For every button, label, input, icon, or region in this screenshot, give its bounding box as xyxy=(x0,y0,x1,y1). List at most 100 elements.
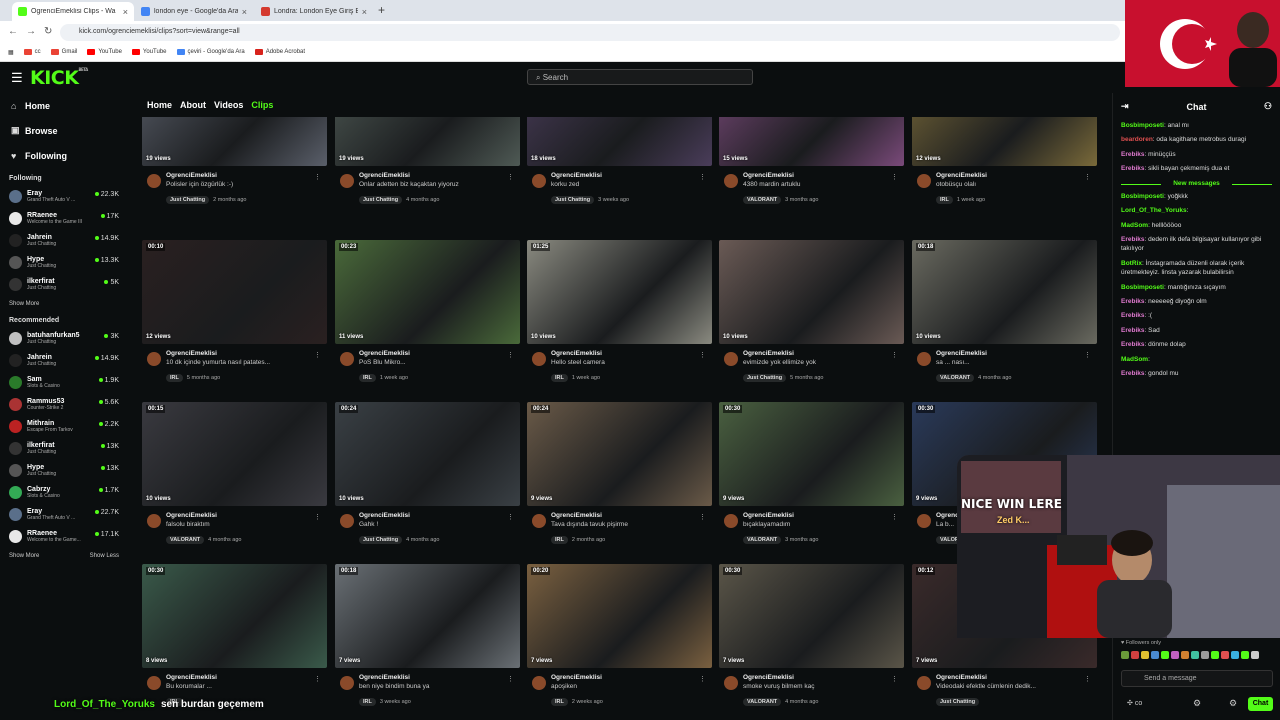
emote-icon[interactable] xyxy=(1191,651,1199,659)
chat-username[interactable]: Bosbimposeti xyxy=(1121,284,1164,291)
emote-icon[interactable] xyxy=(1121,651,1129,659)
emote-icon[interactable] xyxy=(1151,651,1159,659)
kick-logo[interactable]: KICKBETA xyxy=(30,67,88,89)
emote-icon[interactable] xyxy=(1161,651,1169,659)
chat-username[interactable]: BotRix xyxy=(1121,260,1142,267)
emote-icon[interactable] xyxy=(1201,651,1209,659)
sidebar-channel[interactable]: Eray Grand Theft Auto V ... 22.7K xyxy=(0,504,130,526)
clip-title[interactable]: Videodaki efektle cümlenin dedik... xyxy=(936,683,1097,690)
sidebar-channel[interactable]: Sam Slots & Casino 1.9K xyxy=(0,372,130,394)
sidebar-channel[interactable]: ilkerfirat Just Chatting 13K xyxy=(0,438,130,460)
clip-thumbnail[interactable]: 00:30 8 views xyxy=(142,564,327,668)
clip-more-icon[interactable]: ⋮ xyxy=(699,351,706,359)
clip-channel[interactable]: OgrenciEmeklisi xyxy=(359,512,520,519)
bookmark-item[interactable]: YouTube xyxy=(131,49,167,55)
clip-category-tag[interactable]: VALORANT xyxy=(743,536,782,544)
apps-icon[interactable]: ▦ xyxy=(8,49,14,56)
clip-thumbnail[interactable]: 00:24 10 views xyxy=(335,402,520,506)
clip-more-icon[interactable]: ⋮ xyxy=(314,675,321,683)
clip-thumbnail[interactable]: 18 views xyxy=(527,117,712,166)
clip-channel[interactable]: OgrenciEmeklisi xyxy=(551,674,712,681)
clip-card[interactable]: 19 views OgrenciEmeklisi Polisler için özg… xyxy=(142,117,327,222)
clip-category-tag[interactable]: IRL xyxy=(936,196,953,204)
clip-category-tag[interactable]: Just Chatting xyxy=(359,536,403,544)
sidebar-channel[interactable]: ilkerfirat Just Chatting 5K xyxy=(0,274,130,296)
chat-username[interactable]: Erebiks xyxy=(1121,370,1145,377)
clip-title[interactable]: apoşiken xyxy=(551,683,712,690)
close-tab-icon[interactable]: × xyxy=(123,7,128,17)
clip-thumbnail[interactable]: 19 views xyxy=(142,117,327,166)
browser-tab[interactable]: OgrenciEmeklisi Clips - Wa × xyxy=(12,2,134,21)
chat-username[interactable]: Erebiks xyxy=(1121,165,1145,172)
browser-tab[interactable]: Londra: London Eye Giriş Bileti × xyxy=(255,2,373,21)
clip-category-tag[interactable]: IRL xyxy=(551,374,568,382)
clip-title[interactable]: 10 dk içinde yumurta nasıl patates... xyxy=(166,359,327,366)
clip-channel[interactable]: OgrenciEmeklisi xyxy=(359,674,520,681)
clip-channel[interactable]: OgrenciEmeklisi xyxy=(743,512,904,519)
clip-channel[interactable]: OgrenciEmeklisi xyxy=(936,674,1097,681)
chat-username[interactable]: Erebiks xyxy=(1121,236,1145,243)
clip-more-icon[interactable]: ⋮ xyxy=(699,675,706,683)
clip-category-tag[interactable]: IRL xyxy=(359,374,376,382)
new-messages-divider[interactable]: New messages xyxy=(1121,180,1272,187)
clip-thumbnail[interactable]: 00:18 10 views xyxy=(912,240,1097,344)
chat-username[interactable]: beardoren xyxy=(1121,136,1153,143)
clip-title[interactable]: Bu korumalar ... xyxy=(166,683,327,690)
chat-username[interactable]: Bosbimposeti xyxy=(1121,193,1164,200)
clip-more-icon[interactable]: ⋮ xyxy=(314,351,321,359)
clip-more-icon[interactable]: ⋮ xyxy=(1084,351,1091,359)
clip-thumbnail[interactable]: 01:25 10 views xyxy=(527,240,712,344)
clip-more-icon[interactable]: ⋮ xyxy=(507,173,514,181)
emote-icon[interactable] xyxy=(1231,651,1239,659)
clip-more-icon[interactable]: ⋮ xyxy=(314,513,321,521)
tab-videos[interactable]: Videos xyxy=(214,100,243,110)
clip-card[interactable]: 00:15 10 views OgrenciEmeklisi falsolu bira… xyxy=(142,402,327,562)
sidebar-channel[interactable]: Jahrein Just Chatting 14.9K xyxy=(0,230,130,252)
sidebar-channel[interactable]: Hype Just Chatting 13.3K xyxy=(0,252,130,274)
clip-more-icon[interactable]: ⋮ xyxy=(891,513,898,521)
clip-category-tag[interactable]: VALORANT xyxy=(936,374,975,382)
menu-icon[interactable]: ☰ xyxy=(11,70,23,86)
sidebar-channel[interactable]: Eray Grand Theft Auto V ... 22.3K xyxy=(0,186,130,208)
clip-card[interactable]: 00:20 7 views OgrenciEmeklisi apoşiken IRL 2 … xyxy=(527,564,712,720)
search-input[interactable]: ⌕ Search xyxy=(527,69,753,85)
emote-icon[interactable] xyxy=(1171,651,1179,659)
clip-channel[interactable]: OgrenciEmeklisi xyxy=(359,350,520,357)
clip-channel[interactable]: OgrenciEmeklisi xyxy=(166,512,327,519)
show-less-recommended[interactable]: Show Less xyxy=(90,553,119,559)
emote-icon[interactable] xyxy=(1221,651,1229,659)
chat-send-button[interactable]: Chat xyxy=(1248,697,1273,711)
bookmark-item[interactable]: Adobe Acrobat xyxy=(254,49,305,55)
sidebar-channel[interactable]: Hype Just Chatting 13K xyxy=(0,460,130,482)
address-bar[interactable]: kick.com/ogrenciemeklisi/clips?sort=view… xyxy=(60,24,1120,41)
settings-icon[interactable]: ⚙ xyxy=(1193,698,1201,709)
clip-thumbnail[interactable]: 19 views xyxy=(335,117,520,166)
clip-channel[interactable]: OgrenciEmeklisi xyxy=(166,172,327,179)
clip-card[interactable]: 19 views OgrenciEmeklisi Onlar adetten biz… xyxy=(335,117,520,222)
clip-channel[interactable]: OgrenciEmeklisi xyxy=(166,674,327,681)
clip-title[interactable]: Onlar adetten biz kaçaktan yiyoruz xyxy=(359,181,520,188)
clip-card[interactable]: 00:30 8 views OgrenciEmeklisi Bu korumalar … xyxy=(142,564,327,720)
sidebar-channel[interactable]: batuhanfurkan5 Just Chatting 3K xyxy=(0,328,130,350)
tab-about[interactable]: About xyxy=(180,100,206,110)
sidebar-channel[interactable]: RRaenee Welcome to the Game... 17.1K xyxy=(0,526,130,548)
clip-more-icon[interactable]: ⋮ xyxy=(891,675,898,683)
emote-icon[interactable] xyxy=(1131,651,1139,659)
chat-username[interactable]: Lord_Of_The_Yoruks xyxy=(1121,207,1187,214)
clip-more-icon[interactable]: ⋮ xyxy=(507,513,514,521)
clip-channel[interactable]: OgrenciEmeklisi xyxy=(551,512,712,519)
bookmark-item[interactable]: çeviri - Google'da Ara xyxy=(176,49,245,55)
clip-title[interactable]: Gahk ! xyxy=(359,521,520,528)
clip-title[interactable]: Hello steel camera xyxy=(551,359,712,366)
clip-channel[interactable]: OgrenciEmeklisi xyxy=(743,350,904,357)
collapse-chat-icon[interactable]: ⇥ xyxy=(1121,101,1129,112)
clip-thumbnail[interactable]: 00:18 7 views xyxy=(335,564,520,668)
clip-thumbnail[interactable]: 10 views xyxy=(719,240,904,344)
browser-tab[interactable]: london eye - Google'da Ara × xyxy=(135,2,253,21)
clip-thumbnail[interactable]: 00:10 12 views xyxy=(142,240,327,344)
chat-username[interactable]: Erebiks xyxy=(1121,298,1145,305)
tab-home[interactable]: Home xyxy=(147,100,172,110)
clip-title[interactable]: smoke vuruş bilmem kaç xyxy=(743,683,904,690)
clip-category-tag[interactable]: Just Chatting xyxy=(166,196,210,204)
close-tab-icon[interactable]: × xyxy=(242,7,247,17)
